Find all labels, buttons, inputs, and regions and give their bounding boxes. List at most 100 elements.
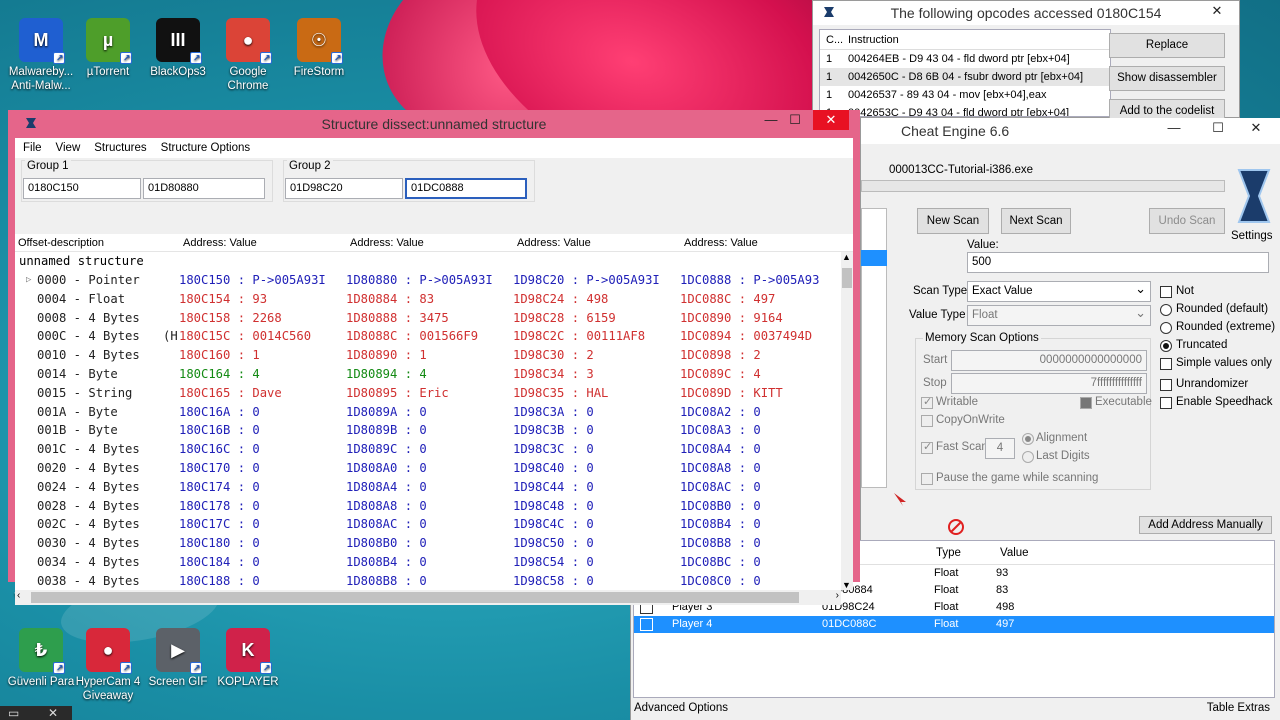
column-offset-description[interactable]: Offset-description (18, 234, 104, 252)
executable-checkbox[interactable] (1080, 397, 1092, 409)
fast-scan-checkbox[interactable] (921, 440, 933, 454)
pointer-arrow-icon[interactable] (891, 490, 911, 508)
add-address-manually-button[interactable]: Add Address Manually (1139, 516, 1272, 534)
table-extras-link[interactable]: Table Extras (1207, 702, 1270, 714)
close-icon[interactable]: ✕ (813, 110, 849, 130)
undo-scan-button[interactable]: Undo Scan (1149, 208, 1225, 234)
cheat-engine-settings-icon[interactable] (1231, 166, 1275, 226)
value-input[interactable]: 500 (967, 252, 1269, 273)
structure-row[interactable]: 002C - 4 Bytes 180C17C : 0 1D808AC : 0 1D98… (15, 515, 841, 534)
taskbar-restore-icon[interactable]: ▭ (8, 706, 19, 720)
row-type[interactable]: Float (934, 565, 958, 582)
horizontal-scrollbar[interactable]: ‹ › (15, 590, 841, 605)
dissect-titlebar[interactable]: Structure dissect:unnamed structure — ☐ … (15, 110, 853, 138)
settings-label[interactable]: Settings (1231, 230, 1273, 242)
opcodes-list[interactable]: C... Instruction 1 004264EB - D9 43 04 - f… (819, 29, 1111, 117)
opcode-row[interactable]: 1 00426537 - 89 43 04 - mov [ebx+04],eax (820, 86, 1110, 104)
advanced-options-link[interactable]: Advanced Options (634, 702, 728, 714)
column-instruction[interactable]: Instruction (848, 30, 899, 50)
structure-row[interactable]: 001A - Byte 180C16A : 0 1D8089A : 0 1D98C3A… (15, 403, 841, 422)
desktop-icon[interactable]: ☉ FireStorm (278, 18, 360, 79)
menu-view[interactable]: View (56, 142, 81, 154)
start-address-input[interactable]: 0000000000000000 (951, 350, 1147, 371)
structure-row[interactable]: 0004 - Float 180C154 : 93 1D80884 : 83 1D98… (15, 290, 841, 309)
opcodes-titlebar[interactable]: The following opcodes accessed 0180C154 … (813, 1, 1239, 25)
scroll-right-icon[interactable]: › (836, 590, 839, 601)
desktop-icon[interactable]: ● Google Chrome (207, 18, 289, 93)
menu-file[interactable]: File (23, 142, 42, 154)
alignment-radio[interactable] (1022, 433, 1034, 445)
stop-address-input[interactable]: 7fffffffffffffff (951, 373, 1147, 394)
row-value[interactable]: 498 (996, 599, 1014, 616)
desktop-icon[interactable]: K KOPLAYER (207, 628, 289, 689)
speedhack-checkbox[interactable] (1160, 397, 1172, 409)
not-checkbox[interactable] (1160, 286, 1172, 298)
tree-root[interactable]: unnamed structure (15, 252, 841, 271)
row-description[interactable]: Player 4 (672, 616, 712, 633)
address-table-row[interactable]: Player 4 01DC088C Float 497 (634, 616, 1274, 633)
taskbar-close-icon[interactable]: ✕ (48, 706, 58, 720)
simple-values-checkbox[interactable] (1160, 358, 1172, 370)
rounded-default-radio[interactable] (1160, 304, 1172, 316)
structure-row[interactable]: 0028 - 4 Bytes 180C178 : 0 1D808A8 : 0 1D98… (15, 497, 841, 516)
column-value[interactable]: Value (1000, 541, 1029, 565)
menu-structures[interactable]: Structures (94, 142, 146, 154)
column-address-value-4[interactable]: Address: Value (684, 234, 758, 252)
group-2-address-1-input[interactable]: 01D98C20 (285, 178, 403, 199)
column-address-value-3[interactable]: Address: Value (517, 234, 591, 252)
horizontal-scroll-thumb[interactable] (31, 592, 799, 603)
opcode-row[interactable]: 1 0042650C - D8 6B 04 - fsubr dword ptr [… (820, 68, 1110, 86)
structure-row[interactable]: 001B - Byte 180C16B : 0 1D8089B : 0 1D98C3B… (15, 421, 841, 440)
scan-type-select[interactable]: Exact Value (967, 279, 1151, 302)
row-address[interactable]: 01DC088C (822, 616, 876, 633)
pause-game-checkbox[interactable] (921, 473, 933, 485)
truncated-radio[interactable] (1160, 340, 1172, 352)
structure-row[interactable]: 0015 - String 180C165 : Dave 1D80895 : Eri… (15, 384, 841, 403)
next-scan-button[interactable]: Next Scan (1001, 208, 1071, 234)
structure-row[interactable]: 001C - 4 Bytes 180C16C : 0 1D8089C : 0 1D98… (15, 440, 841, 459)
ce-titlebar[interactable]: Cheat Engine 6.6 — ☐ ✕ (861, 118, 1280, 144)
opcode-row[interactable]: 10042653C - D9 43 04 - fld dword ptr [eb… (820, 104, 1110, 116)
minimize-icon[interactable]: — (1160, 118, 1188, 138)
row-type[interactable]: Float (934, 599, 958, 616)
structure-row[interactable]: 0038 - 4 Bytes 180C188 : 0 1D808B8 : 0 1D98… (15, 572, 841, 590)
structure-row[interactable]: 000C - 4 Bytes (H 180C15C : 0014C560 1D8088… (15, 327, 841, 346)
scroll-up-icon[interactable]: ▲ (842, 252, 851, 262)
scroll-left-icon[interactable]: ‹ (17, 590, 20, 601)
structure-row[interactable]: ▷ 0000 - Pointer 180C150 : P->005A93I 1D808… (15, 271, 841, 290)
row-value[interactable]: 497 (996, 616, 1014, 633)
show-disassembler-button[interactable]: Show disassembler (1109, 66, 1225, 91)
structure-row[interactable]: 0030 - 4 Bytes 180C180 : 0 1D808B0 : 0 1D98… (15, 534, 841, 553)
writable-checkbox[interactable] (921, 395, 933, 409)
stop-icon[interactable] (947, 518, 965, 536)
maximize-icon[interactable]: ☐ (781, 110, 809, 130)
structure-row[interactable]: 0020 - 4 Bytes 180C170 : 0 1D808A0 : 0 1D98… (15, 459, 841, 478)
group-2-address-2-input[interactable]: 01DC0888 (405, 178, 527, 199)
new-scan-button[interactable]: New Scan (917, 208, 989, 234)
structure-row[interactable]: 0014 - Byte 180C164 : 4 1D80894 : 4 1D98C34… (15, 365, 841, 384)
rounded-extreme-radio[interactable] (1160, 322, 1172, 334)
menu-structure-options[interactable]: Structure Options (161, 142, 250, 154)
structure-row[interactable]: 0034 - 4 Bytes 180C184 : 0 1D808B4 : 0 1D98… (15, 553, 841, 572)
replace-button[interactable]: Replace (1109, 33, 1225, 58)
copyonwrite-checkbox[interactable] (921, 415, 933, 427)
vertical-scrollbar[interactable]: ▲ ▼ (841, 252, 853, 590)
expand-arrow-icon[interactable]: ▷ (26, 271, 31, 290)
value-type-select[interactable]: Float (967, 303, 1151, 326)
row-type[interactable]: Float (934, 616, 958, 633)
structure-row[interactable]: 0024 - 4 Bytes 180C174 : 0 1D808A4 : 0 1D98… (15, 478, 841, 497)
opcode-row[interactable]: 1 004264EB - D9 43 04 - fld dword ptr [eb… (820, 50, 1110, 68)
column-address-value-1[interactable]: Address: Value (183, 234, 257, 252)
structure-row[interactable]: 0008 - 4 Bytes 180C158 : 2268 1D80888 : 34… (15, 309, 841, 328)
close-icon[interactable]: ✕ (1203, 1, 1231, 21)
group-1-address-2-input[interactable]: 01D80880 (143, 178, 265, 199)
active-checkbox[interactable] (640, 618, 653, 631)
unrandomizer-checkbox[interactable] (1160, 379, 1172, 391)
column-address-value-2[interactable]: Address: Value (350, 234, 424, 252)
column-type[interactable]: Type (936, 541, 961, 565)
group-1-address-1-input[interactable]: 0180C150 (23, 178, 141, 199)
fast-scan-value-input[interactable]: 4 (985, 438, 1015, 459)
close-icon[interactable]: ✕ (1242, 118, 1270, 138)
maximize-icon[interactable]: ☐ (1204, 118, 1232, 138)
last-digits-radio[interactable] (1022, 451, 1034, 463)
